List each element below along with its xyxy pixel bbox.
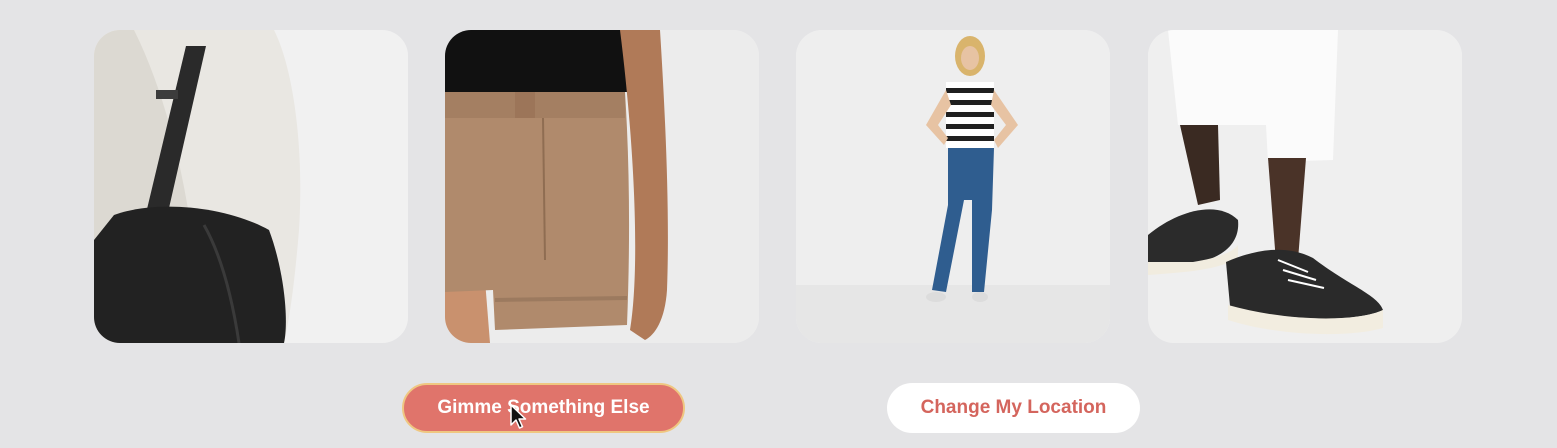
shorts-image [445, 30, 759, 343]
sneakers-image [1148, 30, 1462, 343]
change-location-button[interactable]: Change My Location [887, 383, 1140, 433]
product-card-shorts[interactable] [445, 30, 759, 343]
product-card-outfit[interactable] [796, 30, 1110, 343]
product-card-sneakers[interactable] [1148, 30, 1462, 343]
tote-bag-image [94, 30, 408, 343]
product-card-tote[interactable] [94, 30, 408, 343]
outfit-image [796, 30, 1110, 343]
gimme-something-else-button[interactable]: Gimme Something Else [402, 383, 685, 433]
